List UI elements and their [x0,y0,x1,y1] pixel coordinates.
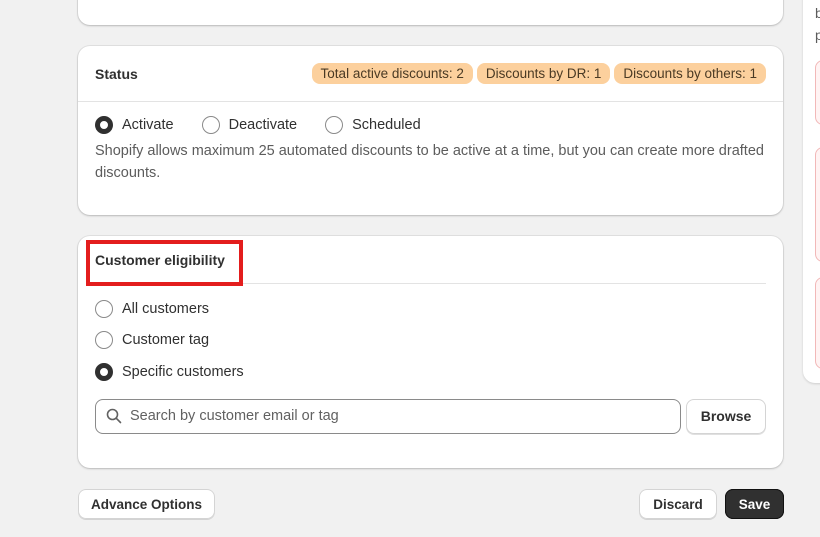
customer-eligibility-card: Customer eligibility All customers Custo… [78,236,783,468]
radio-label: Specific customers [122,363,244,380]
alert-box [815,147,820,262]
browse-button[interactable]: Browse [686,398,766,434]
alert-box [815,60,820,125]
radio-label: Deactivate [228,117,298,133]
customer-search-input[interactable]: Search by customer email or tag [95,398,681,434]
radio-deactivate[interactable]: Deactivate [201,116,298,134]
search-icon [106,408,122,424]
search-placeholder: Search by customer email or tag [130,408,339,424]
total-active-badge: Total active discounts: 2 [311,63,473,84]
radio-label: All customers [122,300,210,317]
discard-button[interactable]: Discard [639,489,717,519]
alert-box [815,277,820,369]
right-panel-line: p [815,27,820,43]
radio-label: Customer tag [122,332,210,349]
save-button[interactable]: Save [725,489,784,519]
radio-icon [325,116,344,134]
radio-all-customers[interactable]: All customers [95,293,766,325]
radio-icon [95,299,113,318]
other-discounts-badge: Discounts by others: 1 [614,63,766,84]
status-help-text: Shopify allows maximum 25 automated disc… [95,143,764,181]
highlight-box [86,240,243,286]
right-panel-line: b [815,5,820,21]
previous-card [78,0,783,25]
radio-label: Activate [122,117,174,133]
radio-icon [95,331,113,350]
right-panel-text: bp [815,2,820,46]
status-card: Status Total active discounts: 2 Discoun… [78,46,783,215]
radio-selected-icon [95,362,113,381]
dr-discounts-badge: Discounts by DR: 1 [476,63,611,84]
radio-selected-icon [95,116,113,134]
radio-scheduled[interactable]: Scheduled [325,116,421,134]
radio-specific-customers[interactable]: Specific customers [95,356,766,388]
radio-label: Scheduled [352,117,421,133]
status-title: Status [95,65,138,82]
radio-activate[interactable]: Activate [95,116,174,134]
radio-customer-tag[interactable]: Customer tag [95,325,766,357]
radio-icon [201,116,220,134]
advance-options-button[interactable]: Advance Options [78,489,215,519]
right-panel: bp [803,0,820,383]
